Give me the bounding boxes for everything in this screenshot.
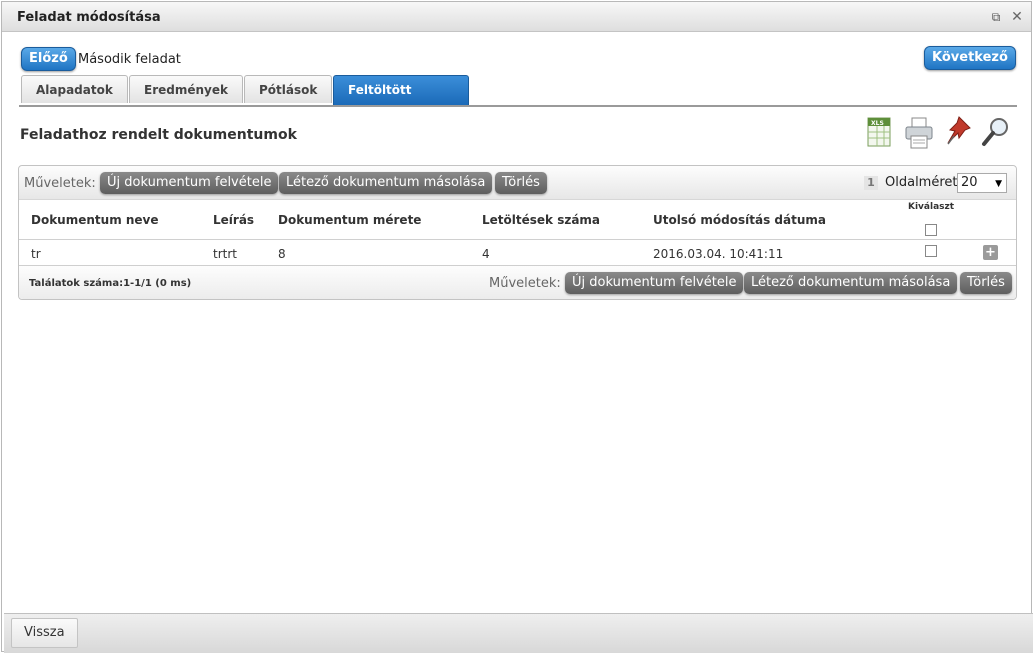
column-header-select: Kiválaszt xyxy=(908,202,955,212)
operations-label: Műveletek: xyxy=(24,176,96,191)
window-title: Feladat módosítása xyxy=(17,10,161,25)
search-icon[interactable] xyxy=(980,114,1012,154)
page-size-value: 20 xyxy=(961,175,978,190)
title-bar: Feladat módosítása ⧉ ✕ xyxy=(2,2,1031,32)
dialog-footer: Vissza xyxy=(4,613,1033,653)
page-size-select[interactable]: 20 ▼ xyxy=(957,173,1007,193)
new-document-button[interactable]: Új dokumentum felvétele xyxy=(100,172,279,194)
dialog-window: Feladat módosítása ⧉ ✕ Előző Második fel… xyxy=(1,1,1033,653)
page-number[interactable]: 1 xyxy=(864,176,878,190)
cell-description: trtrt xyxy=(213,247,237,261)
pin-icon[interactable] xyxy=(942,114,974,154)
tab-divider xyxy=(19,105,1017,107)
previous-button[interactable]: Előző xyxy=(21,47,76,71)
grid-toolbar: Műveletek: Új dokumentum felvétele Létez… xyxy=(19,166,1016,200)
select-all-checkbox[interactable] xyxy=(925,224,937,236)
delete-button-bottom[interactable]: Törlés xyxy=(960,272,1012,294)
column-header-modified[interactable]: Utolsó módosítás dátuma xyxy=(653,213,826,227)
copy-document-button-bottom[interactable]: Létező dokumentum másolása xyxy=(744,272,958,294)
table-header: Dokumentum neve Leírás Dokumentum mérete… xyxy=(19,200,1016,240)
xls-export-icon[interactable]: XLS xyxy=(864,114,896,154)
section-title: Feladathoz rendelt dokumentumok xyxy=(20,127,297,143)
print-icon[interactable] xyxy=(903,114,935,154)
popout-icon[interactable]: ⧉ xyxy=(988,9,1004,25)
next-button[interactable]: Következő xyxy=(924,46,1016,70)
task-name: Második feladat xyxy=(78,52,181,67)
row-select-checkbox[interactable] xyxy=(925,245,937,257)
tab-eredmenyek[interactable]: Eredmények xyxy=(129,75,243,103)
operations-label-bottom: Műveletek: xyxy=(489,276,561,291)
page-size-label: Oldalméret xyxy=(885,175,958,190)
close-icon[interactable]: ✕ xyxy=(1009,9,1025,25)
column-header-size[interactable]: Dokumentum mérete xyxy=(278,213,421,227)
svg-text:XLS: XLS xyxy=(871,120,884,127)
chevron-down-icon: ▼ xyxy=(995,179,1002,189)
results-count: Találatok száma:1-1/1 (0 ms) xyxy=(29,278,192,289)
table-row[interactable]: tr trtrt 8 4 2016.03.04. 10:41:11 + xyxy=(19,240,1016,266)
plus-icon[interactable]: + xyxy=(983,245,998,260)
tab-feltoltott-dokumentumok[interactable]: Feltöltött dokumentumok xyxy=(333,75,469,125)
column-header-downloads[interactable]: Letöltések száma xyxy=(482,213,600,227)
cell-downloads: 4 xyxy=(482,247,490,261)
grid-footer: Találatok száma:1-1/1 (0 ms) Műveletek: … xyxy=(19,266,1016,299)
documents-grid: Műveletek: Új dokumentum felvétele Létez… xyxy=(18,165,1017,300)
delete-button[interactable]: Törlés xyxy=(495,172,547,194)
column-header-description[interactable]: Leírás xyxy=(213,213,254,227)
cell-name: tr xyxy=(31,247,41,261)
new-document-button-bottom[interactable]: Új dokumentum felvétele xyxy=(565,272,744,294)
copy-document-button[interactable]: Létező dokumentum másolása xyxy=(279,172,493,194)
cell-modified: 2016.03.04. 10:41:11 xyxy=(653,247,784,261)
tab-alapadatok[interactable]: Alapadatok xyxy=(21,75,128,103)
cell-size: 8 xyxy=(278,247,286,261)
back-button[interactable]: Vissza xyxy=(11,618,78,648)
column-header-name[interactable]: Dokumentum neve xyxy=(31,213,159,227)
tab-potlasok[interactable]: Pótlások xyxy=(244,75,333,103)
